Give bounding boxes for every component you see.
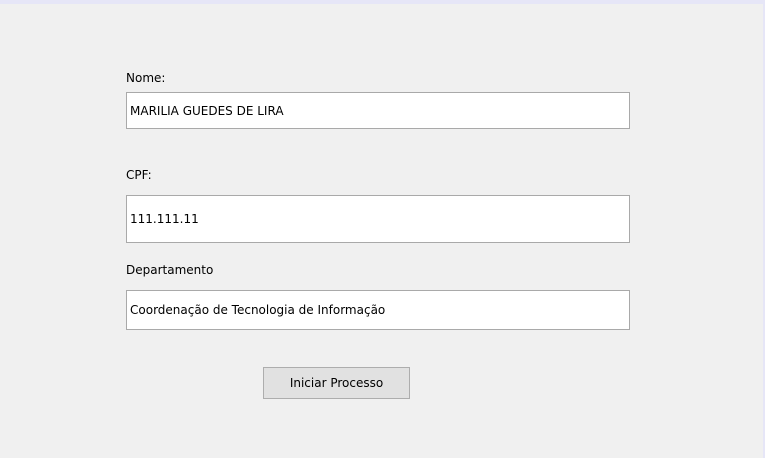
cpf-field[interactable]: 111.111.11 bbox=[126, 195, 630, 243]
departamento-field[interactable]: Coordenação de Tecnologia de Informação bbox=[126, 290, 630, 330]
nome-label: Nome: bbox=[126, 71, 166, 85]
departamento-label: Departamento bbox=[126, 263, 214, 277]
nome-field[interactable]: MARILIA GUEDES DE LIRA bbox=[126, 92, 630, 129]
form-window: Nome: MARILIA GUEDES DE LIRA CPF: 111.11… bbox=[0, 0, 765, 458]
iniciar-processo-button[interactable]: Iniciar Processo bbox=[263, 367, 410, 399]
cpf-label: CPF: bbox=[126, 168, 152, 182]
